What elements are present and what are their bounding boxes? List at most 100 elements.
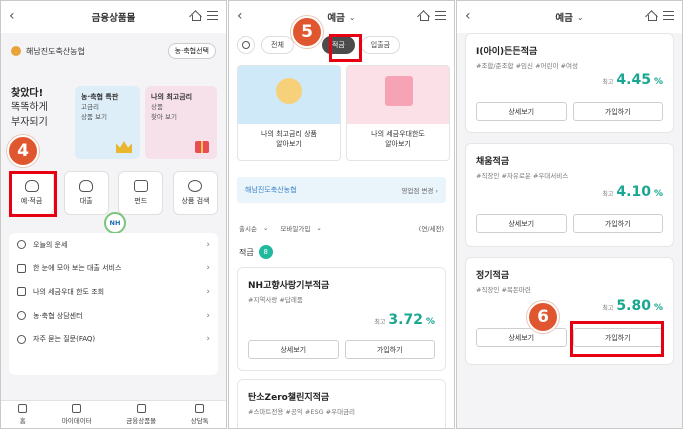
quick-label: 펀드 bbox=[134, 197, 148, 205]
rate-label: 최고 bbox=[602, 305, 614, 312]
menu-icon[interactable] bbox=[663, 11, 674, 20]
top-bar: ‹ 예금 ⌄ bbox=[457, 1, 682, 33]
menu-item-loan-service[interactable]: 한 눈에 모아 보는 대출 서비스 › bbox=[9, 257, 218, 281]
detail-button[interactable]: 상세보기 bbox=[476, 214, 567, 233]
card-sub: 찾아 보기 bbox=[151, 113, 177, 121]
calculator-illustration bbox=[347, 66, 449, 124]
chevron-right-icon: › bbox=[206, 239, 210, 250]
money-bag-icon bbox=[79, 180, 94, 192]
quick-fund-button[interactable]: 펀드 bbox=[118, 171, 164, 215]
card-sub: 고금리 bbox=[81, 103, 99, 111]
product-tags: #조합/준조합 #임신 #어린이 #여성 bbox=[476, 62, 578, 70]
product-rate: 최고 3.72 % bbox=[374, 312, 435, 328]
product-rate: 최고 4.45 % bbox=[602, 72, 663, 88]
home-icon[interactable] bbox=[190, 11, 201, 21]
detail-button[interactable]: 상세보기 bbox=[476, 328, 567, 347]
chevron-right-icon: › bbox=[206, 263, 210, 274]
top-icons bbox=[418, 11, 446, 21]
menu-icon[interactable] bbox=[207, 11, 218, 20]
banner-line: 알아보기 bbox=[385, 140, 411, 148]
chevron-down-icon[interactable]: ⌄ bbox=[349, 13, 356, 22]
product-rate: 최고 5.80 % bbox=[602, 298, 663, 314]
product-name: 정기적금 bbox=[476, 271, 510, 281]
tab-deposit-withdraw[interactable]: 입출금 bbox=[360, 36, 401, 54]
highlight-box bbox=[329, 34, 362, 62]
bank-logo-icon bbox=[11, 46, 21, 56]
hero-text: 찾았다! 똑똑하게 부자되기 bbox=[11, 84, 71, 129]
detail-button[interactable]: 상세보기 bbox=[248, 340, 339, 359]
rate-value: 5.80 bbox=[616, 298, 651, 314]
nav-product-mall[interactable]: 금융상품몰 bbox=[126, 404, 156, 425]
quick-search-button[interactable]: 상품 검색 bbox=[172, 171, 218, 215]
join-button[interactable]: 가입하기 bbox=[344, 340, 435, 359]
banner-line: 알아보기 bbox=[276, 140, 302, 148]
chevron-down-icon: ⌄ bbox=[316, 224, 322, 232]
detail-button[interactable]: 상세보기 bbox=[476, 102, 567, 121]
back-icon[interactable]: ‹ bbox=[9, 9, 15, 23]
menu-item-tax-limit[interactable]: 나의 세금우대 한도 조회 › bbox=[9, 280, 218, 304]
tax-limit-banner[interactable]: 나의 세금우대한도 알아보기 bbox=[346, 65, 450, 161]
quick-loan-button[interactable]: 대출 bbox=[63, 171, 109, 215]
top-icons bbox=[190, 11, 218, 21]
best-rate-banner[interactable]: 나의 최고금리 상품 알아보기 bbox=[237, 65, 341, 161]
search-icon[interactable] bbox=[237, 36, 255, 54]
banner-line: 나의 세금우대한도 bbox=[371, 130, 425, 138]
join-button[interactable]: 가입하기 bbox=[572, 102, 663, 121]
top-bar: ‹ 금융상품몰 bbox=[1, 1, 226, 33]
bottom-nav: 홈 마이데이터 금융상품몰 상담톡 bbox=[1, 400, 226, 428]
menu-icon[interactable] bbox=[435, 11, 446, 20]
product-name: 탄소Zero챌린지적금 bbox=[248, 393, 330, 403]
card-title: 나의 최고금리 bbox=[151, 93, 193, 101]
product-name: 채움적금 bbox=[476, 157, 510, 167]
hero-line-3: 부자되기 bbox=[11, 117, 48, 128]
branch-change-link[interactable]: 영업점 변경 › bbox=[401, 185, 438, 195]
chevron-down-icon[interactable]: ⌄ bbox=[577, 13, 584, 22]
button-row: 상세보기 가입하기 bbox=[476, 102, 663, 121]
best-rate-card[interactable]: 나의 최고금리 상품 찾아 보기 bbox=[145, 86, 217, 159]
panel-product-mall: ‹ 금융상품몰 해남진도축산농협 농·축협선택 찾았다! 똑똑하게 부자되기 농… bbox=[0, 0, 227, 429]
join-button[interactable]: 가입하기 bbox=[572, 214, 663, 233]
special-sale-card[interactable]: 농·축협 특판 고금리 상품 보기 bbox=[75, 86, 140, 159]
rate-value: 3.72 bbox=[388, 312, 423, 328]
menu-item-label: 오늘의 운세 bbox=[33, 240, 68, 249]
chevron-right-icon: › bbox=[206, 310, 210, 321]
menu-item-fortune[interactable]: 오늘의 운세 › bbox=[9, 233, 218, 257]
product-tags: #직장인 #자유로운 #우대서비스 bbox=[476, 172, 569, 180]
channel-select[interactable]: 모바일가입 bbox=[280, 223, 310, 233]
product-card: NH고향사랑기부적금 #지역사랑 #답례품 최고 3.72 % 상세보기 가입하… bbox=[237, 267, 446, 371]
bank-row: 해남진도축산농협 농·축협선택 bbox=[11, 43, 216, 59]
home-icon[interactable] bbox=[646, 11, 657, 21]
rate-label: 최고 bbox=[374, 319, 386, 326]
page-title[interactable]: 예금 bbox=[327, 10, 344, 24]
product-card: I(아이)든든적금 #조합/준조합 #임신 #어린이 #여성 최고 4.45 %… bbox=[465, 33, 674, 133]
quick-label: 상품 검색 bbox=[181, 197, 210, 205]
count-badge: 8 bbox=[258, 245, 273, 259]
filter-row: 출시순 ⌄ 모바일가입 ⌄ (연/세전) bbox=[239, 221, 444, 235]
search-icon bbox=[188, 180, 203, 192]
step-badge: 6 bbox=[527, 301, 559, 333]
tab-all[interactable]: 전체 bbox=[261, 36, 294, 54]
nav-mydata[interactable]: 마이데이터 bbox=[62, 404, 92, 425]
nav-home[interactable]: 홈 bbox=[18, 404, 28, 425]
step-badge: 5 bbox=[291, 16, 323, 48]
sort-select[interactable]: 출시순 bbox=[239, 223, 257, 233]
bank-name: 해남진도축산농협 bbox=[245, 186, 297, 194]
top-icons bbox=[646, 11, 674, 21]
nav-label: 마이데이터 bbox=[61, 417, 92, 425]
page-title[interactable]: 예금 bbox=[555, 10, 572, 24]
rate-percent: % bbox=[653, 77, 663, 87]
home-icon[interactable] bbox=[418, 11, 429, 21]
user-icon bbox=[72, 404, 82, 413]
menu-item-consult-center[interactable]: 농·축협 상담센터 › bbox=[9, 304, 218, 328]
product-name: NH고향사랑기부적금 bbox=[248, 281, 330, 291]
bank-select-button[interactable]: 농·축협선택 bbox=[167, 43, 216, 59]
menu-item-faq[interactable]: 자주 묻는 질문(FAQ) › bbox=[9, 327, 218, 351]
menu-item-label: 자주 묻는 질문(FAQ) bbox=[33, 335, 96, 344]
back-icon[interactable]: ‹ bbox=[465, 9, 471, 23]
chevron-right-icon: › bbox=[206, 286, 210, 297]
nav-chat[interactable]: 상담톡 bbox=[191, 404, 209, 425]
back-icon[interactable]: ‹ bbox=[237, 9, 243, 23]
service-menu: 오늘의 운세 › 한 눈에 모아 보는 대출 서비스 › 나의 세금우대 한도 … bbox=[9, 233, 218, 375]
question-icon bbox=[17, 334, 26, 344]
product-name: I(아이)든든적금 bbox=[476, 47, 538, 57]
